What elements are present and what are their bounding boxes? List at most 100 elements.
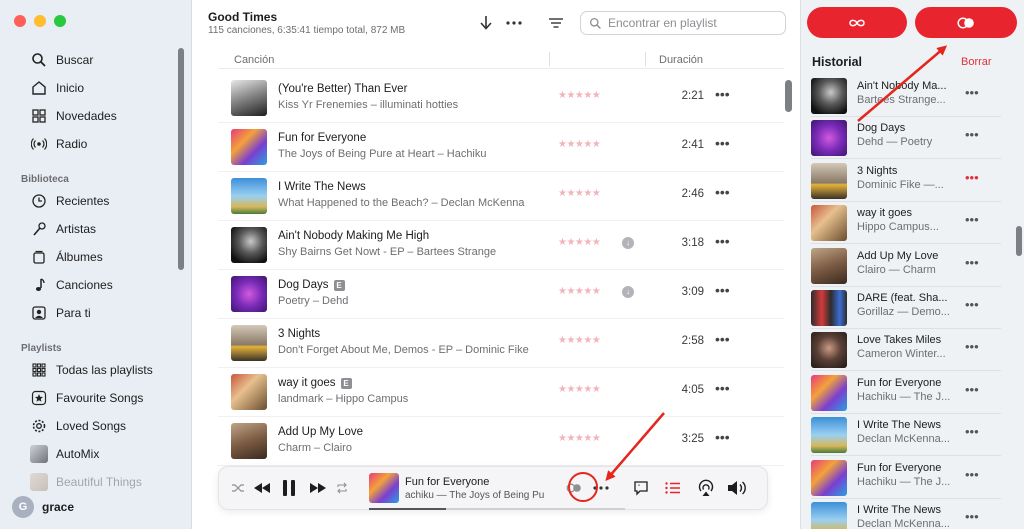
sidebar-item-beautiful-things[interactable]: Beautiful Things — [30, 470, 180, 494]
history-item[interactable]: Fun for Everyone Hachiku — The J... ••• — [811, 457, 1001, 499]
close-window-button[interactable] — [14, 15, 26, 27]
queue-button[interactable] — [665, 477, 681, 499]
rating-stars[interactable]: ★★★★★ — [558, 90, 601, 101]
history-item-title: I Write The News — [857, 419, 941, 432]
history-item-more-button[interactable]: ••• — [965, 127, 979, 142]
sidebar-item-home[interactable]: Inicio — [30, 76, 180, 100]
row-more-button[interactable]: ••• — [715, 135, 730, 151]
more-options-button[interactable] — [502, 12, 526, 34]
table-row[interactable]: way it goes E landmark – Hippo Campus ★★★… — [218, 368, 784, 417]
history-item[interactable]: I Write The News Declan McKenna... ••• — [811, 499, 1001, 529]
download-button[interactable] — [474, 12, 498, 34]
user-account[interactable]: G grace — [12, 496, 74, 518]
album-icon — [30, 248, 48, 266]
history-item-more-button[interactable]: ••• — [965, 424, 979, 439]
minimize-window-button[interactable] — [34, 15, 46, 27]
history-item[interactable]: Love Takes Miles Cameron Winter... ••• — [811, 329, 1001, 372]
history-item-subtitle: Gorillaz — Demo... — [857, 306, 950, 318]
airplay-button[interactable] — [697, 477, 715, 499]
explicit-badge: E — [333, 279, 345, 291]
history-item-more-button[interactable]: ••• — [965, 339, 979, 354]
sidebar-item-for-you[interactable]: Para ti — [30, 301, 180, 325]
now-playing-art[interactable] — [369, 473, 399, 503]
infinity-loop-icon — [957, 16, 974, 29]
row-more-button[interactable]: ••• — [715, 380, 730, 396]
history-item-more-button[interactable]: ••• — [965, 255, 979, 270]
history-item-more-button[interactable]: ••• — [965, 212, 979, 227]
history-item[interactable]: Ain't Nobody Ma... Bartees Strange... ••• — [811, 75, 1001, 117]
song-title: (You're Better) Than Ever — [278, 83, 407, 95]
sidebar-item-automix[interactable]: AutoMix — [30, 442, 180, 466]
history-item[interactable]: I Write The News Declan McKenna... ••• — [811, 414, 1001, 457]
column-header-duration[interactable]: Duración — [659, 54, 703, 66]
automix-button[interactable] — [915, 7, 1017, 38]
table-row[interactable]: Ain't Nobody Making Me High Shy Bairns G… — [218, 221, 784, 270]
history-item-more-button[interactable]: ••• — [965, 467, 979, 482]
download-status-icon[interactable]: ↓ — [622, 237, 634, 249]
clear-history-button[interactable]: Borrar — [961, 56, 992, 68]
lyrics-button[interactable]: " — [633, 477, 649, 499]
row-more-button[interactable]: ••• — [715, 282, 730, 298]
shuffle-button[interactable] — [231, 477, 245, 499]
sidebar-item-recents[interactable]: Recientes — [30, 189, 180, 213]
history-item[interactable]: Fun for Everyone Hachiku — The J... ••• — [811, 372, 1001, 414]
table-row[interactable]: Dog Days E Poetry – Dehd ★★★★★ ↓ 3:09 ••• — [218, 270, 784, 319]
playlist-search-input[interactable]: Encontrar en playlist — [580, 11, 786, 35]
rating-stars[interactable]: ★★★★★ — [558, 384, 601, 395]
sort-button[interactable] — [544, 12, 568, 34]
table-row[interactable]: (You're Better) Than Ever Kiss Yr Frenem… — [218, 74, 784, 123]
row-more-button[interactable]: ••• — [715, 331, 730, 347]
album-art — [811, 162, 847, 199]
sidebar-item-albums[interactable]: Álbumes — [30, 245, 180, 269]
row-more-button[interactable]: ••• — [715, 429, 730, 445]
history-item[interactable]: Add Up My Love Clairo — Charm ••• — [811, 245, 1001, 287]
zoom-window-button[interactable] — [54, 15, 66, 27]
sidebar-item-favourite-songs[interactable]: Favourite Songs — [30, 386, 180, 410]
sidebar-item-radio[interactable]: Radio — [30, 132, 180, 156]
history-item-more-button[interactable]: ••• — [965, 382, 979, 397]
sidebar-item-all-playlists[interactable]: Todas las playlists — [30, 358, 180, 382]
table-row[interactable]: Fun for Everyone The Joys of Being Pure … — [218, 123, 784, 172]
rating-stars[interactable]: ★★★★★ — [558, 433, 601, 444]
table-row[interactable]: Add Up My Love Charm – Clairo ★★★★★ 3:25… — [218, 417, 784, 466]
volume-button[interactable] — [727, 477, 747, 499]
table-row[interactable]: I Write The News What Happened to the Be… — [218, 172, 784, 221]
previous-track-button[interactable] — [253, 477, 271, 499]
rating-stars[interactable]: ★★★★★ — [558, 286, 601, 297]
column-header-song[interactable]: Canción — [234, 54, 274, 66]
history-item-more-button[interactable]: ••• — [965, 170, 979, 185]
table-row[interactable]: 3 Nights Don't Forget About Me, Demos - … — [218, 319, 784, 368]
history-item-more-button[interactable]: ••• — [965, 85, 979, 100]
history-item-title: Ain't Nobody Ma... — [857, 80, 947, 92]
next-track-button[interactable] — [309, 477, 327, 499]
playback-progress[interactable] — [369, 508, 625, 510]
sidebar-item-songs[interactable]: Canciones — [30, 273, 180, 297]
history-item[interactable]: 3 Nights Dominic Fike —... ••• — [811, 160, 1001, 202]
playlist-scrollbar[interactable] — [785, 80, 792, 112]
row-more-button[interactable]: ••• — [715, 86, 730, 102]
history-item-more-button[interactable]: ••• — [965, 509, 979, 524]
sidebar-scrollbar[interactable] — [178, 48, 184, 270]
history-item-more-button[interactable]: ••• — [965, 297, 979, 312]
sidebar-item-artists[interactable]: Artistas — [30, 217, 180, 241]
row-more-button[interactable]: ••• — [715, 184, 730, 200]
sidebar-item-loved-songs[interactable]: Loved Songs — [30, 414, 180, 438]
history-item[interactable]: DARE (feat. Sha... Gorillaz — Demo... ••• — [811, 287, 1001, 329]
grid-icon — [30, 107, 48, 125]
pause-button[interactable] — [282, 477, 296, 499]
rating-stars[interactable]: ★★★★★ — [558, 335, 601, 346]
history-scrollbar[interactable] — [1016, 226, 1022, 256]
download-status-icon[interactable]: ↓ — [622, 286, 634, 298]
history-item[interactable]: Dog Days Dehd — Poetry ••• — [811, 117, 1001, 160]
sidebar-item-search[interactable]: Buscar — [30, 48, 180, 72]
row-more-button[interactable]: ••• — [715, 233, 730, 249]
repeat-button[interactable] — [336, 477, 348, 499]
history-item[interactable]: way it goes Hippo Campus... ••• — [811, 202, 1001, 245]
autoplay-button[interactable] — [807, 7, 907, 38]
person-icon — [30, 304, 48, 322]
rating-stars[interactable]: ★★★★★ — [558, 188, 601, 199]
rating-stars[interactable]: ★★★★★ — [558, 139, 601, 150]
sidebar-item-new[interactable]: Novedades — [30, 104, 180, 128]
rating-stars[interactable]: ★★★★★ — [558, 237, 601, 248]
song-subtitle: Kiss Yr Frenemies – illuminati hotties — [278, 99, 459, 111]
